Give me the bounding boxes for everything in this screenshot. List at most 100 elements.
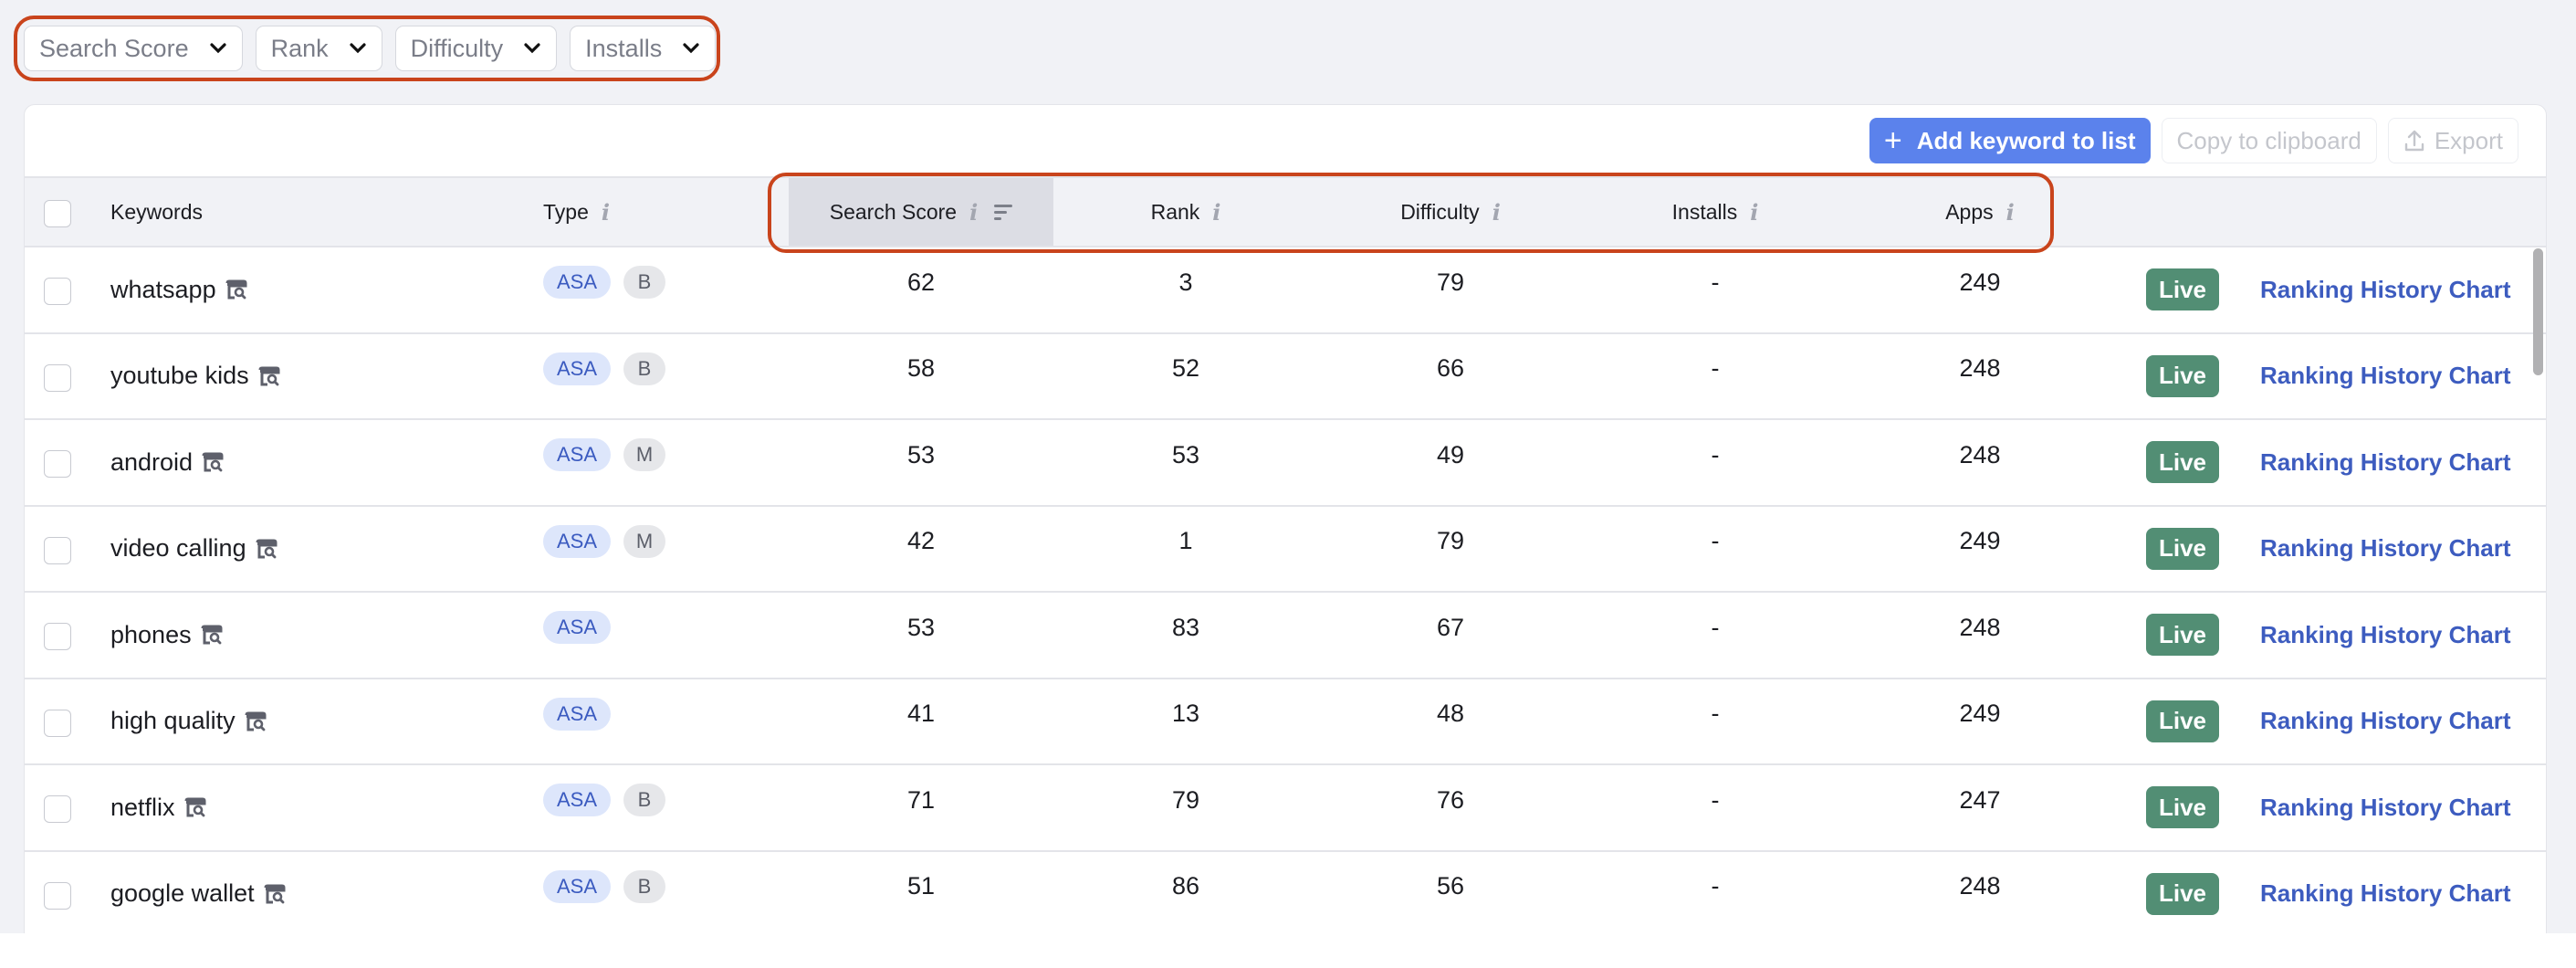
keyword-cell: google wallet [110, 852, 286, 937]
info-icon[interactable]: i [1492, 199, 1501, 226]
info-icon[interactable]: i [1212, 199, 1220, 226]
keyword-cell: video calling [110, 507, 277, 592]
search-in-app-store-icon[interactable] [245, 711, 267, 731]
rank-cell: 1 [1178, 527, 1193, 555]
info-icon[interactable]: i [969, 199, 978, 226]
table-row[interactable]: phones ASA 53 83 67 - 248 Live Ranking H… [25, 593, 2546, 679]
keyword-text: whatsapp [110, 275, 216, 303]
difficulty-cell: 48 [1436, 700, 1465, 728]
row-checkbox[interactable] [44, 363, 71, 392]
rank-cell: 79 [1171, 785, 1200, 814]
row-checkbox[interactable] [44, 881, 71, 910]
installs-cell: - [1711, 527, 1720, 555]
row-checkbox[interactable] [44, 278, 71, 305]
type-pill-asa: ASA [543, 611, 611, 645]
search-in-app-store-icon[interactable] [202, 452, 224, 472]
search-in-app-store-icon[interactable] [184, 797, 206, 817]
rank-cell: 3 [1178, 268, 1193, 296]
type-cell: ASA [543, 672, 611, 757]
column-header-search-score[interactable]: Search Score i [789, 178, 1053, 246]
apps-cell: 248 [1959, 872, 2001, 900]
type-pill-m: M [623, 438, 665, 472]
type-pill-asa: ASA [543, 266, 611, 300]
keyword-text: phones [110, 620, 192, 648]
search-score-cell: 62 [906, 268, 936, 296]
ranking-history-chart-link[interactable]: Ranking History Chart [2260, 852, 2511, 937]
column-header-installs[interactable]: Installs i [1583, 178, 1848, 246]
ranking-history-chart-link[interactable]: Ranking History Chart [2260, 507, 2511, 592]
search-in-app-store-icon[interactable] [264, 884, 286, 904]
copy-label: Copy to clipboard [2176, 126, 2361, 154]
column-header-type[interactable]: Type i [543, 178, 610, 246]
column-header-rank[interactable]: Rank i [1053, 178, 1318, 246]
table-row[interactable]: youtube kids ASA B 58 52 66 - 248 Live Ra… [25, 334, 2546, 420]
row-checkbox[interactable] [44, 450, 71, 478]
keyword-text: youtube kids [110, 362, 249, 390]
search-in-app-store-icon[interactable] [258, 366, 280, 386]
type-pill-b: B [623, 352, 665, 385]
search-in-app-store-icon[interactable] [225, 279, 247, 300]
table-toolbar: + Add keyword to list Copy to clipboard … [25, 105, 2546, 176]
column-header-difficulty[interactable]: Difficulty i [1318, 178, 1583, 246]
table-row[interactable]: android ASA M 53 53 49 - 248 Live Ranking… [25, 420, 2546, 507]
table-row[interactable]: video calling ASA M 42 1 79 - 249 Live Ra… [25, 507, 2546, 593]
column-header-apps[interactable]: Apps i [1848, 178, 2112, 246]
ranking-history-chart-link[interactable]: Ranking History Chart [2260, 765, 2511, 850]
row-checkbox[interactable] [44, 795, 71, 823]
filter-label: Difficulty [410, 34, 504, 62]
apps-cell: 249 [1959, 700, 2001, 728]
live-status-badge: Live [2146, 268, 2219, 310]
filter-search-score[interactable]: Search Score [24, 26, 243, 71]
add-keyword-label: Add keyword to list [1916, 126, 2136, 154]
row-checkbox[interactable] [44, 709, 71, 737]
add-keyword-to-list-button[interactable]: + Add keyword to list [1869, 118, 2151, 163]
live-status-badge: Live [2146, 354, 2219, 397]
apps-cell: 249 [1959, 268, 2001, 296]
table-row[interactable]: google wallet ASA B 51 86 56 - 248 Live R… [25, 852, 2546, 938]
info-icon[interactable]: i [1750, 199, 1758, 226]
column-header-keywords[interactable]: Keywords [110, 178, 203, 246]
difficulty-cell: 79 [1436, 268, 1465, 296]
ranking-history-chart-link[interactable]: Ranking History Chart [2260, 420, 2511, 505]
table-row[interactable]: whatsapp ASA B 62 3 79 - 249 Live Ranking… [25, 247, 2546, 334]
filter-label: Search Score [39, 34, 189, 62]
rank-cell: 52 [1171, 354, 1200, 383]
difficulty-cell: 66 [1436, 354, 1465, 383]
table-row[interactable]: netflix ASA B 71 79 76 - 247 Live Ranking… [25, 765, 2546, 852]
column-label: Search Score [829, 199, 958, 224]
installs-cell: - [1711, 268, 1720, 296]
vertical-scrollbar[interactable] [2533, 248, 2543, 375]
type-pill-asa: ASA [543, 524, 611, 558]
sort-descending-icon[interactable] [994, 204, 1013, 220]
ranking-history-chart-link[interactable]: Ranking History Chart [2260, 247, 2511, 332]
keyword-cell: netflix [110, 765, 206, 850]
filter-difficulty[interactable]: Difficulty [394, 26, 558, 71]
type-cell: ASA B [543, 845, 665, 930]
installs-cell: - [1711, 354, 1720, 383]
type-pill-b: B [623, 266, 665, 300]
copy-to-clipboard-button[interactable]: Copy to clipboard [2161, 118, 2377, 163]
row-checkbox[interactable] [44, 623, 71, 650]
info-icon[interactable]: i [602, 199, 610, 226]
plus-icon: + [1883, 123, 1902, 158]
row-checkbox[interactable] [44, 536, 71, 564]
search-in-app-store-icon[interactable] [201, 625, 223, 645]
rank-cell: 53 [1171, 440, 1200, 468]
keyword-cell: high quality [110, 679, 267, 764]
type-pill-asa: ASA [543, 438, 611, 472]
export-button[interactable]: Export [2387, 118, 2518, 163]
column-label: Difficulty [1400, 199, 1480, 224]
search-score-cell: 58 [906, 354, 936, 383]
table-row[interactable]: high quality ASA 41 13 48 - 249 Live Ran… [25, 679, 2546, 765]
filter-rank[interactable]: Rank [255, 26, 382, 71]
ranking-history-chart-link[interactable]: Ranking History Chart [2260, 593, 2511, 678]
search-in-app-store-icon[interactable] [256, 539, 277, 559]
ranking-history-chart-link[interactable]: Ranking History Chart [2260, 679, 2511, 764]
type-cell: ASA B [543, 240, 665, 325]
filter-installs[interactable]: Installs [570, 26, 717, 71]
ranking-history-chart-link[interactable]: Ranking History Chart [2260, 334, 2511, 419]
select-all-checkbox[interactable] [44, 200, 71, 227]
filter-bar: Search Score Rank Difficulty Installs [24, 26, 717, 71]
info-icon[interactable]: i [2006, 199, 2015, 226]
keyword-cell: android [110, 420, 224, 505]
